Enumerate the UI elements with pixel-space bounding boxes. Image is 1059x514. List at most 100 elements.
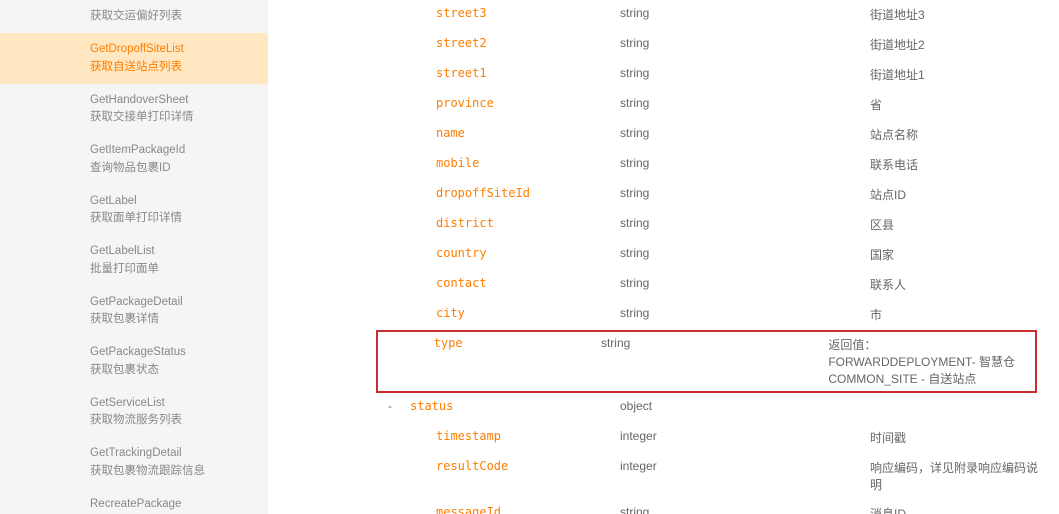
param-desc: 返回值：FORWARDDEPLOYMENT- 智慧仓COMMON_SITE - …	[828, 336, 1035, 387]
sidebar-api-desc: 获取包裹物流跟踪信息	[90, 463, 256, 480]
param-type: object	[620, 399, 870, 413]
param-type: string	[620, 246, 870, 260]
param-name[interactable]: street3	[410, 6, 620, 20]
param-type: string	[620, 66, 870, 80]
param-desc: 区县	[870, 216, 1059, 233]
param-desc: 市	[870, 306, 1059, 323]
param-row-status: -statusobject	[376, 393, 1059, 423]
sidebar-api-name: RecreatePackage	[90, 496, 256, 513]
param-name[interactable]: city	[410, 306, 620, 320]
param-row-street1: street1string街道地址1	[376, 60, 1059, 90]
param-desc: 站点名称	[870, 126, 1059, 143]
param-desc: 站点ID	[870, 186, 1059, 203]
param-type: string	[601, 336, 828, 350]
sidebar-api-name: GetTrackingDetail	[90, 445, 256, 462]
param-desc: 街道地址2	[870, 36, 1059, 53]
main-content: street3string街道地址3street2string街道地址2stre…	[268, 0, 1059, 514]
param-row-street3: street3string街道地址3	[376, 0, 1059, 30]
param-type: string	[620, 505, 870, 514]
param-name[interactable]: dropoffSiteId	[410, 186, 620, 200]
sidebar-item-GetPackageDetail[interactable]: GetPackageDetail获取包裹详情	[0, 286, 268, 337]
param-type: string	[620, 96, 870, 110]
param-table: street3string街道地址3street2string街道地址2stre…	[376, 0, 1059, 514]
param-type: string	[620, 306, 870, 320]
sidebar-api-desc: 查询物品包裹ID	[90, 160, 256, 177]
param-name[interactable]: country	[410, 246, 620, 260]
param-row-district: districtstring区县	[376, 210, 1059, 240]
param-row-country: countrystring国家	[376, 240, 1059, 270]
param-row-contact: contactstring联系人	[376, 270, 1059, 300]
param-name[interactable]: street1	[410, 66, 620, 80]
param-desc: 联系电话	[870, 156, 1059, 173]
sidebar-api-name: GetLabelList	[90, 243, 256, 260]
param-desc: 街道地址1	[870, 66, 1059, 83]
sidebar-api-desc: 获取包裹详情	[90, 311, 256, 328]
param-type: string	[620, 276, 870, 290]
param-name[interactable]: province	[410, 96, 620, 110]
param-type: string	[620, 186, 870, 200]
param-desc: 响应编码，详见附录响应编码说明	[870, 459, 1059, 493]
param-type: string	[620, 216, 870, 230]
sidebar-item-GetPackageStatus[interactable]: GetPackageStatus获取包裹状态	[0, 336, 268, 387]
sidebar-api-name: GetItemPackageId	[90, 142, 256, 159]
param-row-name: namestring站点名称	[376, 120, 1059, 150]
param-name[interactable]: status	[410, 399, 620, 413]
param-type: integer	[620, 429, 870, 443]
sidebar-api-desc: 获取交运偏好列表	[90, 8, 256, 25]
param-desc-line: COMMON_SITE - 自送站点	[828, 370, 1015, 387]
sidebar-item-GetDropoffSiteList[interactable]: GetDropoffSiteList获取自送站点列表	[0, 33, 268, 84]
param-desc: 消息ID	[870, 505, 1059, 514]
param-name[interactable]: type	[408, 336, 601, 350]
param-type: string	[620, 156, 870, 170]
sidebar-api-desc: 获取自送站点列表	[90, 59, 256, 76]
sidebar-item-item-0[interactable]: 获取交运偏好列表	[0, 0, 268, 33]
sidebar-item-GetLabelList[interactable]: GetLabelList批量打印面单	[0, 235, 268, 286]
sidebar-item-GetHandoverSheet[interactable]: GetHandoverSheet获取交接单打印详情	[0, 84, 268, 135]
param-desc: 时间戳	[870, 429, 1059, 446]
sidebar-api-desc: 获取交接单打印详情	[90, 109, 256, 126]
collapse-icon[interactable]: -	[376, 399, 410, 413]
sidebar: 获取交运偏好列表GetDropoffSiteList获取自送站点列表GetHan…	[0, 0, 268, 514]
param-name[interactable]: street2	[410, 36, 620, 50]
param-desc-line: 返回值：	[828, 336, 1015, 353]
param-desc: 联系人	[870, 276, 1059, 293]
param-row-province: provincestring省	[376, 90, 1059, 120]
param-row-messageId: messageIdstring消息ID	[376, 499, 1059, 514]
param-name[interactable]: timestamp	[410, 429, 620, 443]
sidebar-api-name: GetPackageDetail	[90, 294, 256, 311]
sidebar-api-name: GetLabel	[90, 193, 256, 210]
param-desc-line: FORWARDDEPLOYMENT- 智慧仓	[828, 353, 1015, 370]
param-name[interactable]: contact	[410, 276, 620, 290]
param-type: string	[620, 6, 870, 20]
param-row-timestamp: timestampinteger时间戳	[376, 423, 1059, 453]
sidebar-api-desc: 获取包裹状态	[90, 362, 256, 379]
param-row-dropoffSiteId: dropoffSiteIdstring站点ID	[376, 180, 1059, 210]
param-row-street2: street2string街道地址2	[376, 30, 1059, 60]
sidebar-api-desc: 获取物流服务列表	[90, 412, 256, 429]
param-name[interactable]: district	[410, 216, 620, 230]
sidebar-item-RecreatePackage[interactable]: RecreatePackage重新发货	[0, 488, 268, 514]
param-name[interactable]: resultCode	[410, 459, 620, 473]
sidebar-item-GetTrackingDetail[interactable]: GetTrackingDetail获取包裹物流跟踪信息	[0, 437, 268, 488]
param-type: integer	[620, 459, 870, 473]
sidebar-api-name: GetServiceList	[90, 395, 256, 412]
param-name[interactable]: messageId	[410, 505, 620, 514]
sidebar-item-GetServiceList[interactable]: GetServiceList获取物流服务列表	[0, 387, 268, 438]
sidebar-api-name: GetHandoverSheet	[90, 92, 256, 109]
param-row-type: typestring返回值：FORWARDDEPLOYMENT- 智慧仓COMM…	[376, 330, 1037, 393]
param-name[interactable]: mobile	[410, 156, 620, 170]
param-desc: 国家	[870, 246, 1059, 263]
param-name[interactable]: name	[410, 126, 620, 140]
sidebar-item-GetLabel[interactable]: GetLabel获取面单打印详情	[0, 185, 268, 236]
param-desc: 街道地址3	[870, 6, 1059, 23]
sidebar-item-GetItemPackageId[interactable]: GetItemPackageId查询物品包裹ID	[0, 134, 268, 185]
param-type: string	[620, 126, 870, 140]
sidebar-api-desc: 批量打印面单	[90, 261, 256, 278]
param-type: string	[620, 36, 870, 50]
sidebar-api-desc: 获取面单打印详情	[90, 210, 256, 227]
param-row-resultCode: resultCodeinteger响应编码，详见附录响应编码说明	[376, 453, 1059, 499]
param-row-city: citystring市	[376, 300, 1059, 330]
param-desc: 省	[870, 96, 1059, 113]
sidebar-api-name: GetDropoffSiteList	[90, 41, 256, 58]
sidebar-api-name: GetPackageStatus	[90, 344, 256, 361]
